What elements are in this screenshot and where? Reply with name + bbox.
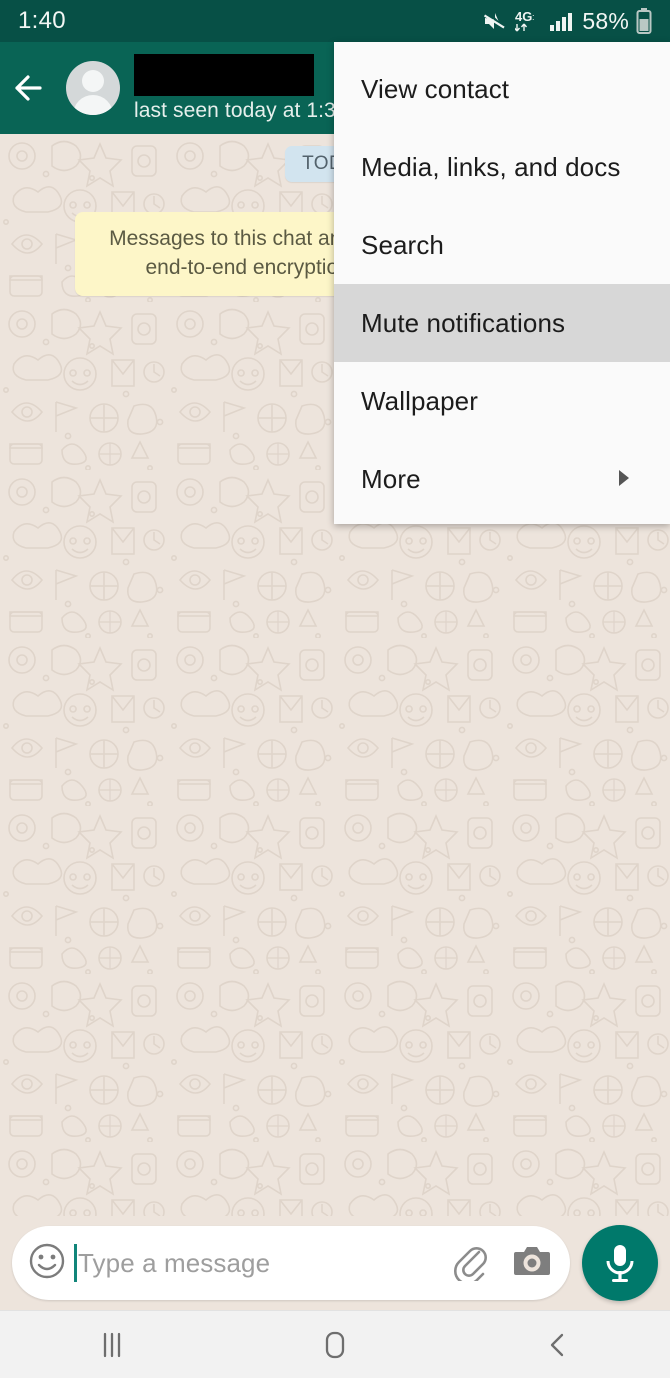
paperclip-icon[interactable]	[450, 1241, 490, 1286]
menu-item-label: View contact	[361, 73, 510, 104]
menu-item-label: Media, links, and docs	[361, 151, 621, 182]
avatar-body	[73, 95, 113, 115]
menu-item-more[interactable]: More	[334, 440, 670, 518]
camera-icon[interactable]	[512, 1243, 552, 1284]
signal-bars-icon	[550, 13, 573, 31]
message-input-bar: Type a message	[0, 1216, 670, 1310]
microphone-icon	[606, 1245, 634, 1282]
home-button[interactable]	[223, 1329, 446, 1361]
avatar[interactable]	[66, 61, 120, 115]
contact-name-redacted	[134, 53, 314, 96]
status-clock: 1:40	[18, 7, 66, 34]
4g-lte-icon: 4G :	[515, 9, 535, 32]
message-input-pill[interactable]: Type a message	[12, 1226, 570, 1300]
svg-text:4G: 4G	[515, 9, 532, 24]
android-navigation-bar	[0, 1310, 670, 1378]
contact-status-text: last seen today at 1:39	[134, 98, 348, 122]
text-cursor	[74, 1244, 77, 1282]
menu-item-search[interactable]: Search	[334, 206, 670, 284]
message-input-placeholder[interactable]: Type a message	[78, 1248, 450, 1279]
whatsapp-chat-screen: 1:40 4G : 58% last seen today at 1:39 Me…	[0, 0, 670, 1378]
menu-item-label: Search	[361, 229, 444, 260]
recent-apps-button[interactable]	[0, 1330, 223, 1360]
menu-item-view-contact[interactable]: View contact	[334, 50, 670, 128]
menu-item-wallpaper[interactable]: Wallpaper	[334, 362, 670, 440]
back-arrow-icon[interactable]	[6, 72, 62, 104]
avatar-head	[82, 70, 104, 92]
overflow-menu[interactable]: View contact Media, links, and docs Sear…	[334, 42, 670, 524]
menu-item-label: Wallpaper	[361, 385, 478, 416]
emoji-smiley-icon[interactable]	[26, 1240, 68, 1287]
status-bar: 1:40 4G : 58%	[0, 0, 670, 42]
battery-percent-label: 58%	[582, 7, 629, 34]
menu-item-mute-notifications[interactable]: Mute notifications	[334, 284, 670, 362]
menu-item-label: More	[361, 463, 421, 494]
back-button[interactable]	[447, 1330, 670, 1360]
voice-record-button[interactable]	[582, 1225, 658, 1301]
menu-item-media-links-docs[interactable]: Media, links, and docs	[334, 128, 670, 206]
battery-icon	[636, 8, 652, 34]
svg-text::: :	[532, 12, 535, 22]
status-icons: 4G : 58%	[482, 8, 652, 35]
header-text[interactable]: last seen today at 1:39	[134, 53, 348, 123]
chevron-right-icon	[616, 464, 632, 495]
mute-icon	[484, 13, 505, 29]
menu-item-label: Mute notifications	[361, 307, 566, 338]
